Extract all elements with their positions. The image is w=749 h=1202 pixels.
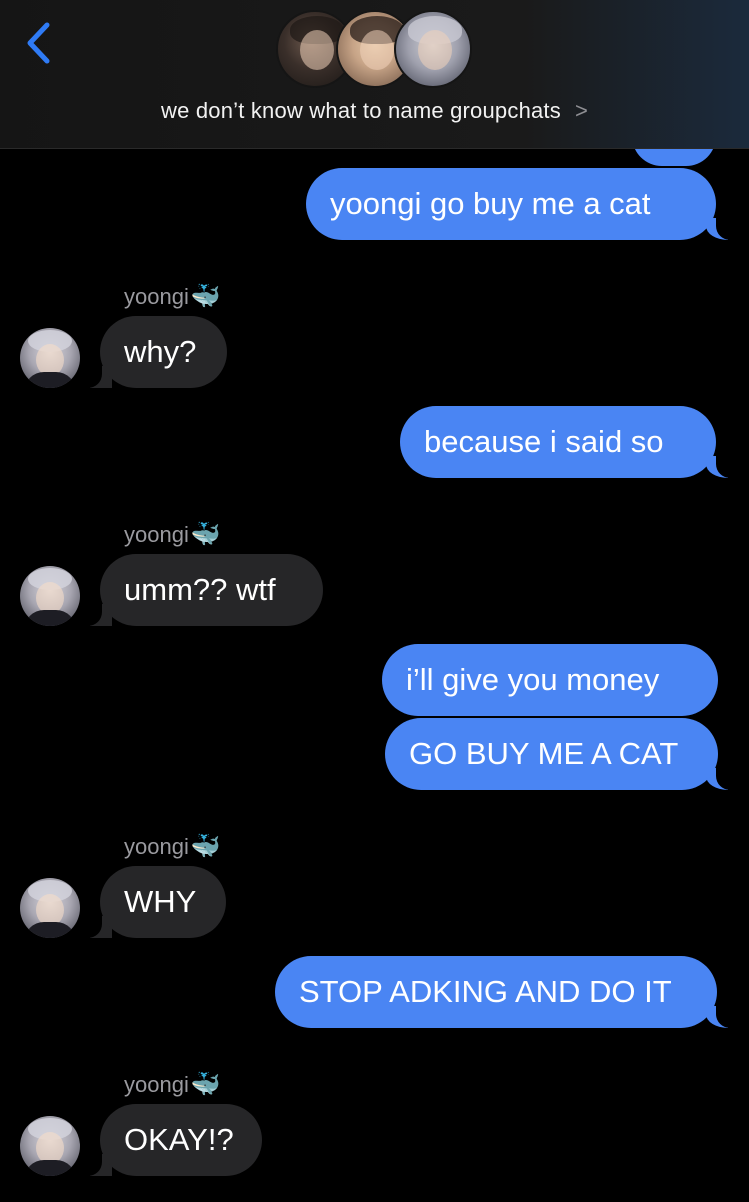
- message-text: OKAY!?: [124, 1122, 234, 1157]
- bubble-tail: [706, 218, 734, 240]
- chevron-left-icon: [27, 22, 50, 64]
- bubble-tail: [706, 768, 734, 790]
- sender-avatar[interactable]: [20, 1116, 80, 1176]
- message-text: GO BUY ME A CAT: [409, 736, 679, 771]
- received-message-bubble[interactable]: umm?? wtf: [100, 554, 323, 626]
- message-text: i’ll give you money: [406, 662, 660, 697]
- received-message-bubble[interactable]: why?: [100, 316, 227, 388]
- bubble-tail: [706, 456, 734, 478]
- group-name-button[interactable]: we don’t know what to name groupchats >: [0, 98, 749, 124]
- conversation-header: we don’t know what to name groupchats >: [0, 0, 749, 149]
- sender-avatar[interactable]: [20, 566, 80, 626]
- received-message-bubble[interactable]: WHY: [100, 866, 226, 938]
- whale-icon: 🐳: [190, 521, 221, 548]
- group-member-avatar: [394, 10, 472, 88]
- sender-name: yoongi🐳: [124, 283, 221, 310]
- message-text: WHY: [124, 884, 197, 919]
- sender-name: yoongi🐳: [124, 521, 221, 548]
- sent-message-bubble[interactable]: because i said so: [400, 406, 716, 478]
- chevron-right-icon: >: [574, 98, 589, 123]
- message-text: why?: [124, 334, 197, 369]
- sent-message-bubble[interactable]: STOP ADKING AND DO IT: [275, 956, 717, 1028]
- message-text: STOP ADKING AND DO IT: [299, 974, 672, 1009]
- whale-icon: 🐳: [190, 833, 221, 860]
- sent-message-bubble[interactable]: GO BUY ME A CAT: [385, 718, 718, 790]
- message-text: yoongi go buy me a cat: [330, 186, 651, 221]
- sent-message-bubble[interactable]: yoongi go buy me a cat: [306, 168, 716, 240]
- whale-icon: 🐳: [190, 283, 221, 310]
- bubble-tail: [706, 1006, 734, 1028]
- sender-name: yoongi🐳: [124, 833, 221, 860]
- sender-name: yoongi🐳: [124, 1071, 221, 1098]
- whale-icon: 🐳: [190, 1071, 221, 1098]
- message-text: because i said so: [424, 424, 664, 459]
- back-button[interactable]: [18, 20, 58, 66]
- group-name: we don’t know what to name groupchats: [160, 98, 561, 123]
- group-avatars[interactable]: [276, 10, 476, 90]
- sender-avatar[interactable]: [20, 328, 80, 388]
- sent-message-bubble[interactable]: i’ll give you money: [382, 644, 718, 716]
- sender-avatar[interactable]: [20, 878, 80, 938]
- message-text: umm?? wtf: [124, 572, 276, 607]
- received-message-bubble[interactable]: OKAY!?: [100, 1104, 262, 1176]
